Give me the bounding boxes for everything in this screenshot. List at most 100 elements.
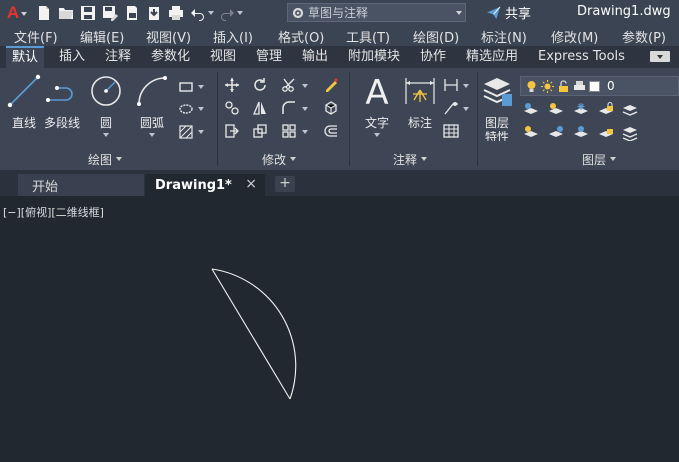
layer-lock-icon[interactable] — [597, 101, 615, 119]
layer-on-icon[interactable] — [522, 124, 540, 142]
share-button[interactable]: 共享 — [486, 3, 531, 22]
erase-icon[interactable] — [322, 76, 340, 94]
menu-draw[interactable]: 绘图(D) — [413, 27, 459, 46]
fillet-icon[interactable] — [280, 99, 298, 117]
menu-insert[interactable]: 插入(I) — [213, 27, 253, 46]
new-icon[interactable] — [34, 3, 53, 22]
dimension-tool[interactable]: 标注 — [403, 74, 437, 131]
tab-manage[interactable]: 管理 — [250, 46, 288, 68]
undo-icon[interactable] — [188, 3, 207, 22]
arc-tool[interactable]: 圆弧 — [135, 74, 169, 137]
line-tool[interactable]: 直线 — [7, 74, 41, 131]
menu-parametric[interactable]: 参数(P) — [622, 27, 666, 46]
chevron-down-icon[interactable] — [374, 133, 380, 137]
semicircle-chord[interactable] — [211, 268, 291, 400]
chevron-down-icon[interactable] — [149, 133, 155, 137]
layer-freeze-icon[interactable] — [572, 101, 590, 119]
tab-drawing1[interactable]: Drawing1* × — [145, 174, 265, 196]
ribbon-minimize-button[interactable] — [650, 51, 670, 62]
tab-view[interactable]: 视图 — [204, 46, 242, 68]
semicircle-arc[interactable] — [211, 268, 297, 400]
workspace-switcher[interactable] — [287, 3, 466, 22]
tab-collaborate[interactable]: 协作 — [414, 46, 452, 68]
chevron-down-icon[interactable] — [237, 10, 243, 15]
viewport-controls-label[interactable]: [−][俯视][二维线框] — [3, 204, 104, 220]
chevron-down-icon[interactable] — [103, 133, 109, 137]
chevron-down-icon[interactable] — [198, 85, 204, 89]
tab-insert[interactable]: 插入 — [53, 46, 91, 68]
chevron-down-icon[interactable] — [198, 107, 204, 111]
workspace-input[interactable] — [308, 5, 448, 20]
annotation-panel-footer[interactable]: 注释 — [393, 150, 428, 168]
tab-featured-apps[interactable]: 精选应用 — [460, 46, 524, 68]
table-icon[interactable] — [442, 122, 460, 140]
publish-icon[interactable] — [122, 3, 141, 22]
chevron-down-icon[interactable] — [302, 107, 308, 111]
annotation-panel-title: 注释 — [393, 152, 418, 167]
stretch-icon[interactable] — [223, 122, 241, 140]
rotate-icon[interactable] — [251, 76, 269, 94]
tab-addins[interactable]: 附加模块 — [342, 46, 406, 68]
line-tool-label: 直线 — [11, 116, 36, 130]
polyline-tool[interactable]: 多段线 — [44, 74, 80, 131]
open-icon[interactable] — [56, 3, 75, 22]
layer-properties-tool[interactable]: 图层 特性 — [480, 74, 514, 141]
menu-modify[interactable]: 修改(M) — [551, 27, 598, 46]
rectangle-icon[interactable] — [177, 78, 195, 96]
tab-default[interactable]: 默认 — [6, 46, 45, 68]
chevron-down-icon[interactable] — [463, 84, 469, 88]
save-as-icon[interactable] — [100, 3, 119, 22]
chevron-down-icon[interactable] — [198, 130, 204, 134]
circle-tool[interactable]: 圆 — [89, 74, 123, 137]
ellipse-icon[interactable] — [177, 100, 195, 118]
tab-output[interactable]: 输出 — [296, 46, 334, 68]
draw-panel-footer[interactable]: 绘图 — [88, 150, 123, 168]
redo-icon[interactable] — [217, 3, 236, 22]
linear-dimension-icon[interactable] — [442, 76, 460, 94]
layer-match-icon[interactable] — [621, 101, 639, 119]
new-tab-button[interactable]: + — [275, 176, 295, 192]
menu-format[interactable]: 格式(O) — [278, 27, 324, 46]
array-icon[interactable] — [280, 122, 298, 140]
panel-divider — [349, 72, 350, 166]
save-icon[interactable] — [78, 3, 97, 22]
tab-annotate[interactable]: 注释 — [99, 46, 137, 68]
layer-off-icon[interactable] — [522, 101, 540, 119]
menu-tools[interactable]: 工具(T) — [346, 27, 390, 46]
layer-thaw-icon[interactable] — [572, 124, 590, 142]
layer-walk-icon[interactable] — [621, 124, 639, 142]
chevron-down-icon[interactable] — [302, 130, 308, 134]
close-icon[interactable]: × — [245, 176, 257, 192]
leader-icon[interactable] — [442, 99, 460, 117]
drawing-canvas[interactable] — [0, 196, 679, 462]
explode-icon[interactable] — [322, 99, 340, 117]
application-menu-button[interactable]: A — [0, 0, 34, 25]
layer-dropdown[interactable]: 0 — [520, 76, 679, 96]
hatch-icon[interactable] — [177, 123, 195, 141]
bulb-icon — [527, 80, 536, 92]
scale-icon[interactable] — [251, 122, 269, 140]
chevron-down-icon[interactable] — [208, 10, 214, 15]
text-tool[interactable]: A 文字 — [360, 74, 394, 137]
menu-dimension[interactable]: 标注(N) — [481, 27, 527, 46]
offset-icon[interactable] — [322, 122, 340, 140]
plot-icon[interactable] — [166, 3, 185, 22]
import-icon[interactable] — [144, 3, 163, 22]
modify-panel-footer[interactable]: 修改 — [262, 150, 297, 168]
tab-start[interactable]: 开始 — [18, 174, 144, 196]
copy-icon[interactable] — [223, 99, 241, 117]
layers-panel-footer[interactable]: 图层 — [582, 150, 617, 168]
menu-edit[interactable]: 编辑(E) — [80, 27, 124, 46]
layer-isolate-icon[interactable] — [547, 101, 565, 119]
tab-parametric[interactable]: 参数化 — [145, 46, 196, 68]
tab-express-tools[interactable]: Express Tools — [532, 46, 631, 68]
menu-file[interactable]: 文件(F) — [14, 27, 58, 46]
trim-icon[interactable] — [280, 76, 298, 94]
chevron-down-icon[interactable] — [463, 107, 469, 111]
menu-view[interactable]: 视图(V) — [146, 27, 191, 46]
layer-unlock-icon[interactable] — [597, 124, 615, 142]
mirror-icon[interactable] — [251, 99, 269, 117]
layer-unisolate-icon[interactable] — [547, 124, 565, 142]
chevron-down-icon[interactable] — [302, 84, 308, 88]
move-icon[interactable] — [223, 76, 241, 94]
